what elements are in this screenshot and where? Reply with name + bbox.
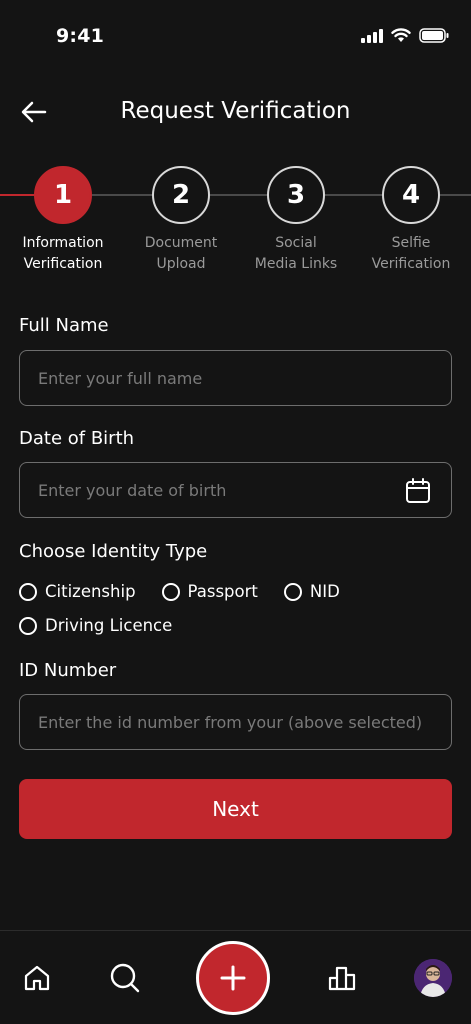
dob-label: Date of Birth — [19, 428, 135, 449]
search-icon — [110, 963, 140, 993]
radio-circle — [161, 582, 180, 601]
add-button[interactable] — [196, 941, 270, 1015]
step-number: 4 — [382, 166, 440, 224]
step-label: Information Verification — [22, 235, 104, 272]
step-label: Document Upload — [144, 235, 218, 272]
step-information-verification[interactable]: 1 Information Verification — [3, 166, 123, 275]
step-number: 3 — [267, 166, 325, 224]
status-time: 9:41 — [56, 25, 105, 47]
calendar-button[interactable] — [405, 478, 431, 504]
identity-type-options-row2: Driving Licence — [19, 616, 198, 635]
status-icons — [361, 28, 449, 43]
id-number-field — [19, 694, 452, 750]
step-label: Selfie Verification — [371, 235, 451, 272]
radio-passport[interactable]: Passport — [161, 582, 258, 601]
id-number-input[interactable] — [20, 695, 451, 749]
calendar-icon — [406, 478, 430, 503]
radio-nid[interactable]: NID — [283, 582, 340, 601]
identity-type-options: Citizenship Passport NID — [19, 582, 366, 601]
step-document-upload[interactable]: 2 Document Upload — [121, 166, 241, 275]
step-social-media-links[interactable]: 3 Social Media Links — [236, 166, 356, 275]
dob-input[interactable] — [20, 463, 451, 517]
profile-photo-icon — [414, 959, 452, 997]
radio-label: Citizenship — [45, 582, 136, 601]
signal-icon — [361, 28, 383, 43]
avatar[interactable] — [414, 959, 452, 997]
radio-label: Passport — [187, 582, 258, 601]
full-name-field — [19, 350, 452, 406]
radio-circle — [283, 582, 302, 601]
radio-citizenship[interactable]: Citizenship — [19, 582, 136, 601]
identity-type-label: Choose Identity Type — [19, 541, 208, 562]
battery-icon — [419, 28, 449, 43]
radio-circle — [19, 616, 37, 635]
full-name-input[interactable] — [20, 351, 451, 405]
header: Request Verification — [0, 90, 471, 134]
stepper: 1 Information Verification 2 Document Up… — [0, 166, 471, 276]
id-number-label: ID Number — [19, 660, 117, 681]
nav-leaderboard[interactable] — [325, 961, 359, 995]
step-selfie-verification[interactable]: 4 Selfie Verification — [351, 166, 471, 275]
bottom-nav — [0, 930, 471, 1024]
home-icon — [24, 965, 50, 991]
radio-label: Driving Licence — [45, 616, 173, 635]
next-button[interactable]: Next — [19, 779, 452, 839]
plus-icon — [220, 965, 246, 991]
nav-home[interactable] — [20, 961, 54, 995]
step-number: 2 — [152, 166, 210, 224]
radio-driving-licence[interactable]: Driving Licence — [19, 616, 172, 635]
leaderboard-icon — [328, 966, 356, 991]
page-title: Request Verification — [120, 98, 351, 124]
radio-circle — [19, 582, 37, 601]
full-name-label: Full Name — [19, 315, 109, 336]
dob-field — [19, 462, 452, 518]
status-bar: 9:41 — [0, 0, 471, 70]
nav-search[interactable] — [108, 961, 142, 995]
wifi-icon — [391, 28, 411, 42]
step-number: 1 — [34, 166, 92, 224]
radio-label: NID — [309, 582, 340, 601]
step-label: Social Media Links — [254, 235, 338, 272]
